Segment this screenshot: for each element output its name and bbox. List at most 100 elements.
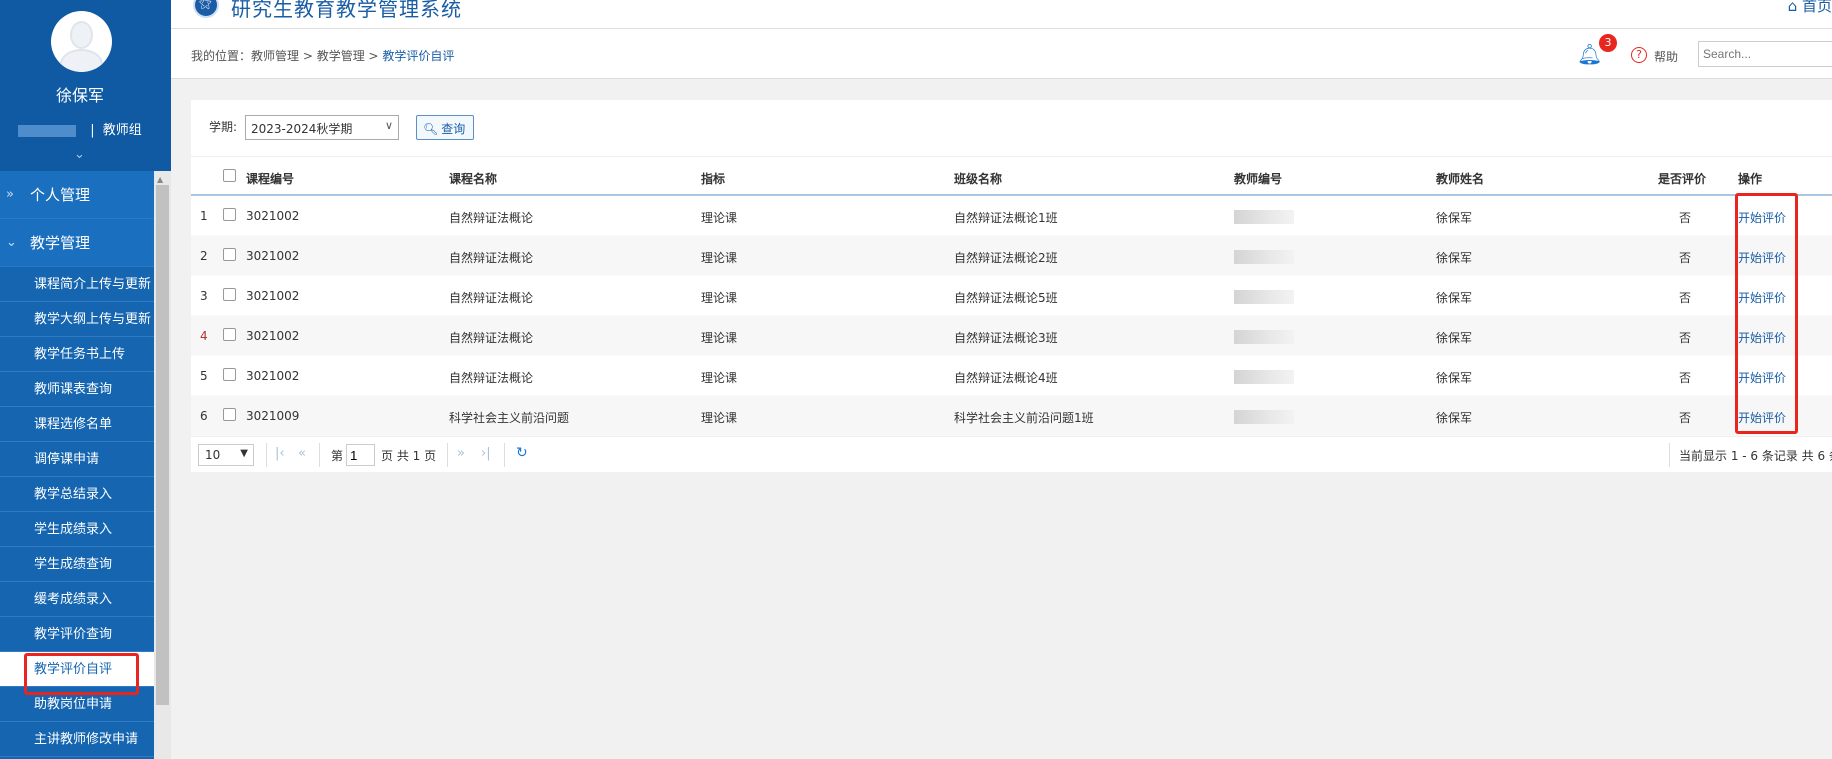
- breadcrumb-item-teacher[interactable]: 教师管理: [251, 49, 299, 63]
- cell-type: 理论课: [701, 211, 738, 225]
- cell-course-code: 3021002: [246, 209, 300, 223]
- search-icon: 🔍︎: [423, 122, 439, 136]
- row-checkbox[interactable]: [223, 288, 236, 301]
- user-meta: | 教师组: [0, 119, 160, 138]
- page-size-value: 10: [205, 448, 221, 462]
- divider: [447, 443, 448, 467]
- cell-course-code: 3021002: [246, 329, 300, 343]
- help-icon[interactable]: ?: [1631, 47, 1647, 63]
- cell-course-name: 科学社会主义前沿问题: [449, 411, 570, 425]
- sidebar-item-self-evaluation[interactable]: 教学评价自评: [0, 652, 154, 695]
- sidebar-group-personal[interactable]: » 个人管理: [0, 171, 171, 219]
- col-teacher-name: 教师姓名: [1436, 172, 1485, 186]
- cell-class-name: 科学社会主义前沿问题1班: [954, 411, 1094, 425]
- table-row[interactable]: 4 3021002 自然辩证法概论 理论课 自然辩证法概论3班 徐保军 否 开始…: [191, 316, 1832, 356]
- avatar-body: [60, 49, 103, 72]
- divider: [504, 443, 505, 467]
- next-page-icon[interactable]: »: [457, 446, 465, 461]
- cell-type: 理论课: [701, 331, 738, 345]
- page-prefix: 第: [331, 449, 344, 463]
- content-panel: 学期: 2023-2024秋学期 ∨ 🔍︎ 查询 课程编号 课程名称 指标 班级名…: [191, 100, 1832, 472]
- notification-badge: 3: [1599, 34, 1617, 52]
- sidebar-submenu: 课程简介上传与更新 教学大纲上传与更新 教学任务书上传 教师课表查询 课程选修名…: [0, 267, 171, 757]
- table-row[interactable]: 5 3021002 自然辩证法概论 理论课 自然辩证法概论4班 徐保军 否 开始…: [191, 356, 1832, 396]
- cell-teacher-id-masked: [1234, 329, 1294, 344]
- select-all-checkbox[interactable]: [223, 169, 236, 182]
- cell-evaluated: 否: [1679, 371, 1692, 385]
- chevron-down-icon[interactable]: ⌄: [74, 147, 85, 162]
- cell-class-name: 自然辩证法概论3班: [954, 331, 1058, 345]
- sidebar-item-enrollment-list[interactable]: 课程选修名单: [0, 407, 154, 442]
- row-index: 6: [200, 409, 208, 423]
- row-checkbox[interactable]: [223, 408, 236, 421]
- sidebar-scrollbar[interactable]: ▲: [154, 171, 171, 759]
- sidebar-item-syllabus[interactable]: 教学大纲上传与更新: [0, 302, 154, 337]
- divider: [1669, 443, 1670, 467]
- col-operation: 操作: [1738, 172, 1763, 186]
- prev-page-icon[interactable]: «: [298, 446, 306, 461]
- sidebar-item-course-intro[interactable]: 课程简介上传与更新: [0, 267, 154, 302]
- sidebar-item-evaluation-query[interactable]: 教学评价查询: [0, 617, 154, 652]
- row-checkbox[interactable]: [223, 328, 236, 341]
- avatar-head: [70, 21, 93, 49]
- term-label: 学期:: [209, 120, 238, 134]
- divider: [319, 443, 320, 467]
- breadcrumb-separator: >: [364, 49, 383, 63]
- operation-highlight-box: [1735, 193, 1798, 434]
- cell-type: 理论课: [701, 371, 738, 385]
- sidebar-item-lecturer-change[interactable]: 主讲教师修改申请: [0, 722, 154, 757]
- row-checkbox[interactable]: [223, 368, 236, 381]
- masked-teacher-id: [1234, 329, 1294, 344]
- cell-course-name: 自然辩证法概论: [449, 331, 534, 345]
- breadcrumb-item-teaching[interactable]: 教学管理: [317, 49, 365, 63]
- first-page-icon[interactable]: |‹: [275, 446, 285, 461]
- row-checkbox[interactable]: [223, 248, 236, 261]
- cell-teacher-name: 徐保军: [1436, 211, 1473, 225]
- sidebar-item-summary-entry[interactable]: 教学总结录入: [0, 477, 154, 512]
- home-link[interactable]: ⌂ 首页: [1788, 0, 1832, 16]
- table-row[interactable]: 3 3021002 自然辩证法概论 理论课 自然辩证法概论5班 徐保军 否 开始…: [191, 276, 1832, 316]
- app-header: 研究生教育教学管理系统 ⌂ 首页: [171, 0, 1832, 29]
- row-index: 5: [200, 369, 208, 383]
- record-info: 当前显示 1 - 6 条记录 共 6 条: [1679, 449, 1832, 463]
- masked-teacher-id: [1234, 289, 1294, 304]
- user-name: 徐保军: [55, 86, 104, 105]
- scrollbar-thumb[interactable]: [156, 185, 169, 705]
- sidebar-item-grade-entry[interactable]: 学生成绩录入: [0, 512, 154, 547]
- avatar: [51, 11, 112, 72]
- cell-teacher-name: 徐保军: [1436, 331, 1473, 345]
- evaluation-table: 课程编号 课程名称 指标 班级名称 教师编号 教师姓名 是否评价 操作 1 30…: [191, 156, 1832, 436]
- double-chevron-icon: »: [6, 187, 14, 202]
- masked-teacher-id: [1234, 249, 1294, 264]
- sidebar-group-teaching[interactable]: ⌄ 教学管理: [0, 219, 171, 267]
- row-checkbox[interactable]: [223, 208, 236, 221]
- sidebar-group-label: 个人管理: [30, 186, 91, 204]
- sidebar-item-grade-query[interactable]: 学生成绩查询: [0, 547, 154, 582]
- scroll-up-icon[interactable]: ▲: [157, 175, 163, 184]
- last-page-icon[interactable]: ›|: [481, 446, 491, 461]
- chevron-down-icon: ∨: [384, 119, 393, 132]
- sidebar-item-class-change[interactable]: 调停课申请: [0, 442, 154, 477]
- sidebar-item-timetable[interactable]: 教师课表查询: [0, 372, 154, 407]
- table-header: 课程编号 课程名称 指标 班级名称 教师编号 教师姓名 是否评价 操作: [191, 156, 1832, 196]
- table-row[interactable]: 1 3021002 自然辩证法概论 理论课 自然辩证法概论1班 徐保军 否 开始…: [191, 196, 1832, 236]
- page-size-select[interactable]: 10 ▼: [198, 444, 254, 466]
- cell-teacher-id-masked: [1234, 249, 1294, 264]
- term-select-value: 2023-2024秋学期: [251, 122, 353, 136]
- help-link[interactable]: 帮助: [1654, 48, 1678, 65]
- page-number-input[interactable]: [346, 444, 375, 466]
- query-button[interactable]: 🔍︎ 查询: [416, 115, 474, 140]
- refresh-icon[interactable]: ↻: [516, 445, 528, 461]
- table-row[interactable]: 6 3021009 科学社会主义前沿问题 理论课 科学社会主义前沿问题1班 徐保…: [191, 396, 1832, 436]
- cell-evaluated: 否: [1679, 251, 1692, 265]
- sidebar-item-deferred-grade[interactable]: 缓考成绩录入: [0, 582, 154, 617]
- university-logo: [193, 0, 219, 18]
- cell-course-code: 3021002: [246, 289, 300, 303]
- breadcrumb-current: 教学评价自评: [382, 49, 455, 63]
- chevron-down-icon: ⌄: [6, 235, 17, 250]
- table-row[interactable]: 2 3021002 自然辩证法概论 理论课 自然辩证法概论2班 徐保军 否 开始…: [191, 236, 1832, 276]
- term-select[interactable]: 2023-2024秋学期 ∨: [245, 115, 399, 140]
- sidebar-item-task-book[interactable]: 教学任务书上传: [0, 337, 154, 372]
- query-button-label: 查询: [441, 122, 466, 136]
- search-input[interactable]: [1698, 41, 1832, 67]
